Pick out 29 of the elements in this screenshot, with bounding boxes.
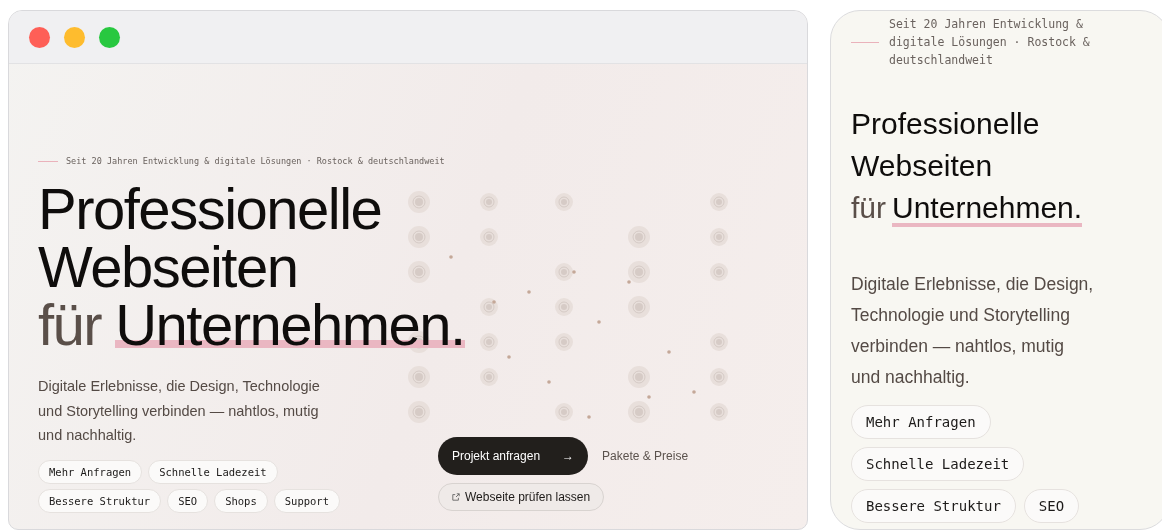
intro-paragraph: Digitale Erlebnisse, die Design, Technologie und Storytelling verbinden — nahtlos, mutig und nachhaltig.	[38, 377, 321, 445]
headline-word: für	[38, 296, 102, 354]
feature-tag: SEO	[1023, 489, 1080, 523]
headline-line: Webseiten	[851, 148, 993, 184]
window-control[interactable]	[64, 26, 85, 48]
external-link-icon	[452, 492, 460, 501]
request-project-button[interactable]: Projekt anfragen →	[438, 436, 589, 475]
feature-tag: Mehr Anfragen	[851, 405, 991, 439]
check-website-button[interactable]: Webseite prüfen lassen	[438, 482, 605, 511]
accent-line	[38, 160, 58, 162]
feature-tag: SEO	[167, 488, 209, 513]
headline-line: Professionelle	[851, 106, 1040, 142]
window-control[interactable]	[99, 26, 120, 48]
window-control[interactable]	[29, 26, 50, 48]
accent-line	[851, 41, 879, 43]
headline-line: Professionelle	[38, 180, 382, 238]
feature-tag: Mehr Anfragen	[38, 459, 143, 484]
feature-tag: Schnelle Ladezeit	[148, 459, 278, 484]
headline-line: Webseiten	[38, 238, 298, 296]
feature-tag: Bessere Struktur	[38, 488, 162, 513]
eyebrow-text: Seit 20 Jahren Entwicklung & digitale Lösungen · Rostock & deutschlandweit	[66, 156, 445, 166]
headline-word: für	[851, 190, 886, 226]
feature-tag: Shops	[214, 488, 268, 513]
feature-tag: Schnelle Ladezeit	[851, 447, 1025, 481]
pricing-link[interactable]: Pakete & Preise	[602, 448, 689, 463]
intro-paragraph: Digitale Erlebnisse, die Design, Technologie und Storytelling verbinden — nahtlos, mutig und nachhaltig.	[851, 273, 1095, 389]
feature-tag: Support	[273, 488, 340, 513]
feature-tag: Bessere Struktur	[851, 489, 1016, 523]
eyebrow-text: Seit 20 Jahren Entwicklung & digitale Lösungen · Rostock & deutschlandweit	[889, 16, 1091, 69]
